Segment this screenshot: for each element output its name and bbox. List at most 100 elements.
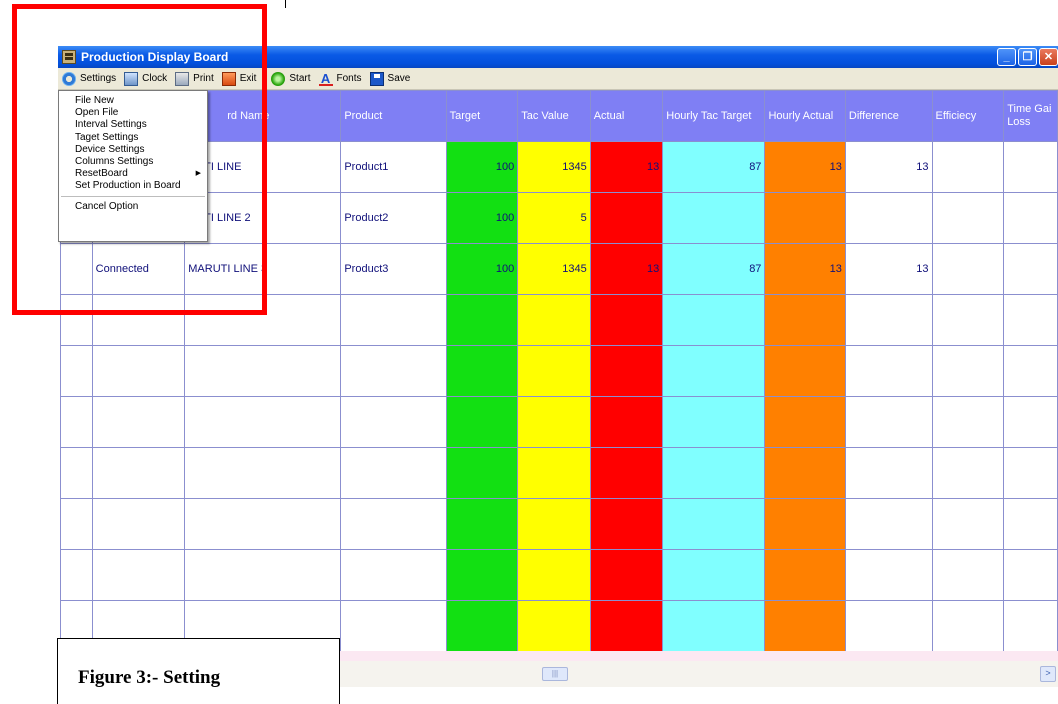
cell-product[interactable] — [340, 294, 447, 346]
table-row[interactable] — [60, 345, 1058, 397]
cell-hourly-tac-target[interactable]: 87 — [662, 243, 766, 295]
cell-efficiency[interactable] — [931, 447, 1005, 499]
cell-hourly-tac-target[interactable] — [662, 447, 766, 499]
table-row[interactable] — [60, 549, 1058, 601]
cell-difference[interactable] — [844, 345, 933, 397]
cell-status[interactable] — [91, 447, 186, 499]
cell-hourly-tac-target[interactable] — [662, 600, 766, 652]
cell-difference[interactable]: 13 — [844, 141, 933, 193]
cell-tac-value[interactable]: 1345 — [517, 243, 591, 295]
cell-target[interactable]: 100 — [445, 192, 519, 244]
cell-actual[interactable] — [589, 294, 664, 346]
fonts-button[interactable]: A Fonts — [315, 68, 366, 89]
cell-actual[interactable]: 13 — [589, 141, 664, 193]
cell-target[interactable]: 100 — [445, 243, 519, 295]
start-button[interactable]: Start — [267, 68, 314, 89]
cell-efficiency[interactable] — [931, 192, 1005, 244]
cell-board-name[interactable] — [184, 345, 342, 397]
cell-hourly-actual[interactable] — [764, 600, 846, 652]
cell-actual[interactable] — [589, 192, 664, 244]
cell-efficiency[interactable] — [931, 345, 1005, 397]
cell-target[interactable] — [445, 294, 519, 346]
cell-time-gain-loss[interactable] — [1003, 294, 1058, 346]
cell-tac-value[interactable]: 5 — [517, 192, 591, 244]
cell-board-name[interactable] — [184, 549, 342, 601]
cell-difference[interactable] — [844, 396, 933, 448]
cell-hourly-actual[interactable] — [764, 447, 846, 499]
cell-target[interactable] — [445, 396, 519, 448]
cell-actual[interactable]: 13 — [589, 243, 664, 295]
cell-tac-value[interactable] — [517, 600, 591, 652]
cell-difference[interactable] — [844, 549, 933, 601]
cell-product[interactable]: Product1 — [340, 141, 447, 193]
cell-product[interactable] — [340, 396, 447, 448]
cell-efficiency[interactable] — [931, 396, 1005, 448]
cell-hourly-tac-target[interactable]: 87 — [662, 141, 766, 193]
cell-board-name[interactable] — [184, 447, 342, 499]
cell-hourly-tac-target[interactable] — [662, 498, 766, 550]
cell-target[interactable] — [445, 345, 519, 397]
cell-product[interactable]: Product2 — [340, 192, 447, 244]
cell-time-gain-loss[interactable] — [1003, 447, 1058, 499]
cell-efficiency[interactable] — [931, 549, 1005, 601]
cell-rownum[interactable] — [60, 396, 93, 448]
cell-hourly-actual[interactable] — [764, 549, 846, 601]
cell-time-gain-loss[interactable] — [1003, 192, 1058, 244]
cell-rownum[interactable] — [60, 345, 93, 397]
cell-tac-value[interactable] — [517, 294, 591, 346]
cell-difference[interactable] — [844, 600, 933, 652]
cell-product[interactable] — [340, 345, 447, 397]
cell-hourly-actual[interactable] — [764, 498, 846, 550]
cell-time-gain-loss[interactable] — [1003, 345, 1058, 397]
table-row[interactable] — [60, 447, 1058, 499]
table-row[interactable] — [60, 498, 1058, 550]
cell-hourly-actual[interactable] — [764, 396, 846, 448]
cell-target[interactable] — [445, 549, 519, 601]
cell-tac-value[interactable] — [517, 345, 591, 397]
cell-target[interactable] — [445, 600, 519, 652]
close-button[interactable]: ✕ — [1039, 48, 1058, 66]
cell-time-gain-loss[interactable] — [1003, 549, 1058, 601]
cell-status[interactable] — [91, 549, 186, 601]
cell-actual[interactable] — [589, 345, 664, 397]
cell-target[interactable] — [445, 498, 519, 550]
cell-actual[interactable] — [589, 396, 664, 448]
cell-rownum[interactable] — [60, 549, 93, 601]
cell-status[interactable] — [91, 396, 186, 448]
cell-efficiency[interactable] — [931, 600, 1005, 652]
cell-hourly-actual[interactable]: 13 — [764, 141, 846, 193]
cell-status[interactable] — [91, 345, 186, 397]
cell-hourly-tac-target[interactable] — [662, 549, 766, 601]
cell-rownum[interactable] — [60, 498, 93, 550]
cell-product[interactable] — [340, 549, 447, 601]
cell-time-gain-loss[interactable] — [1003, 498, 1058, 550]
cell-hourly-actual[interactable] — [764, 294, 846, 346]
cell-board-name[interactable] — [184, 498, 342, 550]
cell-hourly-tac-target[interactable] — [662, 396, 766, 448]
scroll-right-arrow-icon[interactable]: > — [1040, 666, 1056, 682]
cell-product[interactable]: Product3 — [340, 243, 447, 295]
minimize-button[interactable]: _ — [997, 48, 1016, 66]
cell-time-gain-loss[interactable] — [1003, 243, 1058, 295]
cell-tac-value[interactable] — [517, 549, 591, 601]
cell-product[interactable] — [340, 498, 447, 550]
cell-efficiency[interactable] — [931, 498, 1005, 550]
cell-difference[interactable]: 13 — [844, 243, 933, 295]
cell-difference[interactable] — [844, 294, 933, 346]
save-button[interactable]: Save — [366, 68, 415, 89]
cell-product[interactable] — [340, 600, 447, 652]
cell-efficiency[interactable] — [931, 141, 1005, 193]
cell-hourly-actual[interactable] — [764, 192, 846, 244]
cell-tac-value[interactable] — [517, 396, 591, 448]
cell-hourly-tac-target[interactable] — [662, 192, 766, 244]
cell-product[interactable] — [340, 447, 447, 499]
cell-actual[interactable] — [589, 549, 664, 601]
cell-hourly-tac-target[interactable] — [662, 294, 766, 346]
cell-actual[interactable] — [589, 600, 664, 652]
cell-status[interactable] — [91, 498, 186, 550]
cell-actual[interactable] — [589, 447, 664, 499]
cell-hourly-actual[interactable]: 13 — [764, 243, 846, 295]
table-row[interactable] — [60, 396, 1058, 448]
cell-target[interactable]: 100 — [445, 141, 519, 193]
cell-difference[interactable] — [844, 192, 933, 244]
